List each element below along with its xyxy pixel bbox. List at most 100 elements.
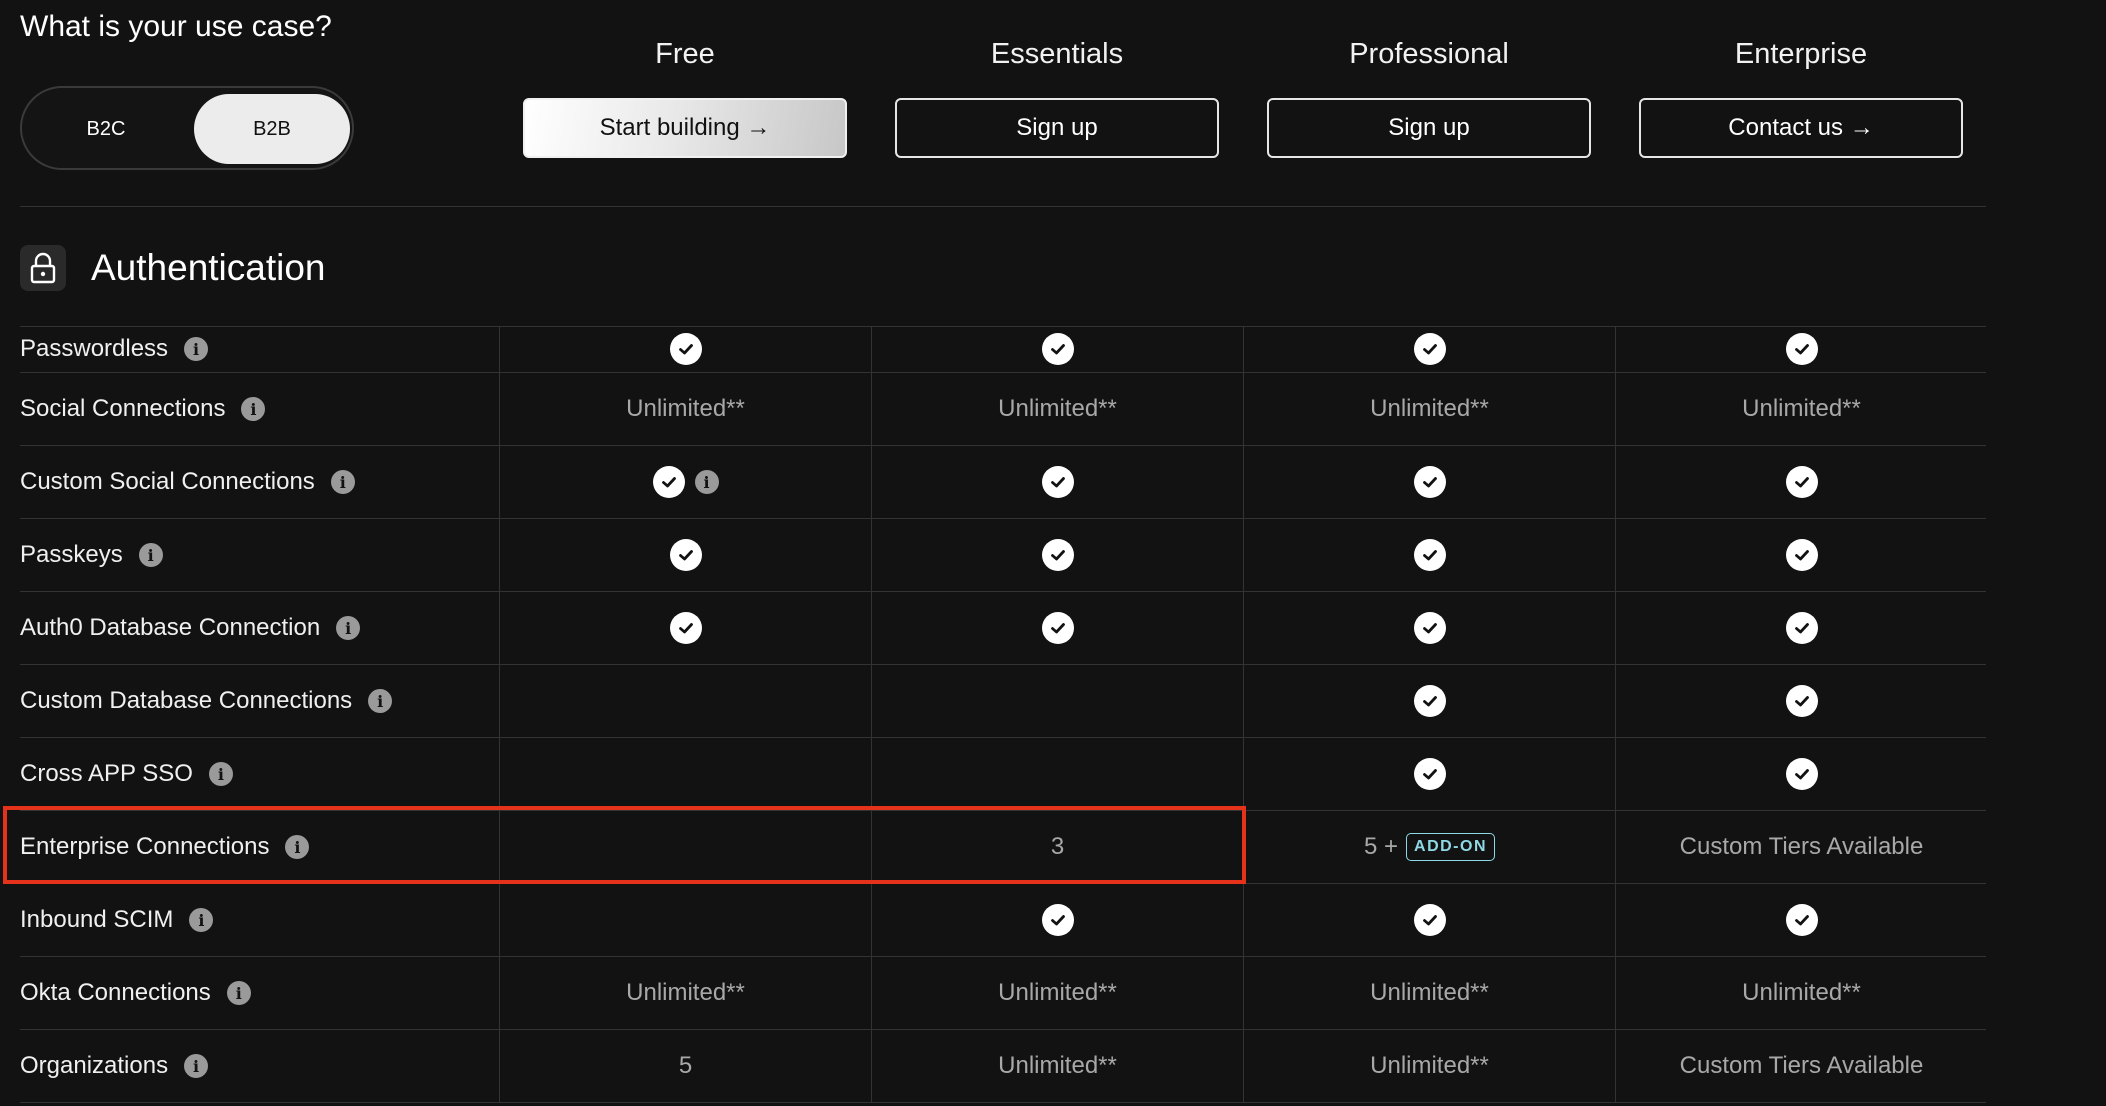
row-label-cell: Enterprise Connections i bbox=[20, 811, 498, 883]
start-building-button[interactable]: Start building → bbox=[523, 98, 847, 158]
check-icon bbox=[1785, 904, 1818, 936]
check-icon bbox=[669, 333, 702, 365]
plan-cell: Unlimited** bbox=[871, 373, 1243, 445]
info-icon[interactable]: i bbox=[189, 908, 214, 932]
check-icon bbox=[1785, 539, 1818, 571]
check-icon bbox=[1413, 612, 1446, 644]
use-case-question: What is your use case? bbox=[20, 10, 332, 43]
plan-cell: Unlimited** bbox=[1243, 373, 1615, 445]
plan-cell bbox=[1243, 519, 1615, 591]
table-row: Organizations i 5 Unlimited** Unlimited** Cus… bbox=[20, 1030, 1986, 1103]
info-icon[interactable]: i bbox=[184, 337, 209, 361]
plan-name: Essentials bbox=[990, 38, 1124, 70]
info-icon[interactable]: i bbox=[285, 835, 310, 859]
check-icon bbox=[1041, 466, 1074, 498]
plan-cell bbox=[1243, 446, 1615, 518]
info-icon[interactable]: i bbox=[184, 1054, 209, 1078]
toggle-option-b2b[interactable]: B2B bbox=[194, 94, 350, 164]
cell-value: Unlimited** bbox=[1370, 979, 1489, 1006]
sign-up-button[interactable]: Sign up bbox=[895, 98, 1219, 158]
info-icon[interactable]: i bbox=[138, 543, 163, 567]
plan-cell: Unlimited** bbox=[1243, 957, 1615, 1029]
sign-up-button[interactable]: Sign up bbox=[1267, 98, 1591, 158]
plan-cell bbox=[1615, 738, 1987, 810]
cell-value: Unlimited** bbox=[1742, 395, 1861, 422]
row-label: Organizations bbox=[20, 1052, 169, 1079]
contact-us-button[interactable]: Contact us → bbox=[1639, 98, 1963, 158]
row-label: Inbound SCIM bbox=[20, 906, 174, 933]
use-case-toggle[interactable]: B2C B2B bbox=[20, 86, 354, 170]
info-icon[interactable]: i bbox=[208, 762, 233, 786]
plan-cell: 5 + ADD-ON bbox=[1243, 811, 1615, 883]
row-label: Social Connections bbox=[20, 395, 226, 422]
plan-cell bbox=[499, 884, 871, 956]
plan-cell bbox=[1243, 884, 1615, 956]
plan-name: Professional bbox=[1349, 38, 1509, 70]
check-icon bbox=[1413, 333, 1446, 365]
plan-essentials: Essentials Sign up bbox=[895, 0, 1219, 158]
header-divider bbox=[20, 206, 1986, 207]
plan-cell: Custom Tiers Available bbox=[1615, 1030, 1987, 1102]
table-row: Social Connections i Unlimited** Unlimited*… bbox=[20, 373, 1986, 446]
plan-cell bbox=[499, 326, 871, 372]
info-icon[interactable]: i bbox=[226, 981, 251, 1005]
row-label: Auth0 Database Connection bbox=[20, 614, 321, 641]
plan-cell bbox=[871, 446, 1243, 518]
check-icon bbox=[1785, 333, 1818, 365]
plan-cell bbox=[499, 811, 871, 883]
cell-value: Unlimited** bbox=[998, 395, 1117, 422]
plan-cell bbox=[1615, 665, 1987, 737]
plan-cell bbox=[499, 519, 871, 591]
lock-icon bbox=[20, 245, 66, 291]
check-icon bbox=[1413, 466, 1446, 498]
cell-value: 5 + bbox=[1363, 833, 1399, 860]
check-icon bbox=[1413, 758, 1446, 790]
cell-value: Custom Tiers Available bbox=[1679, 1052, 1924, 1079]
plan-cell: Unlimited** bbox=[1615, 957, 1987, 1029]
row-label: Passwordless bbox=[20, 335, 169, 362]
feature-table: Passwordless i Social Connections i Unlimite… bbox=[20, 326, 1986, 1103]
plan-cell: 5 bbox=[499, 1030, 871, 1102]
plan-cell: Custom Tiers Available bbox=[1615, 811, 1987, 883]
table-row: Custom Social Connections i i bbox=[20, 446, 1986, 519]
cell-value: 3 bbox=[1050, 833, 1065, 860]
cell-value: Unlimited** bbox=[626, 979, 745, 1006]
row-label-cell: Social Connections i bbox=[20, 373, 498, 445]
info-icon[interactable]: i bbox=[336, 616, 361, 640]
table-row: Passwordless i bbox=[20, 326, 1986, 373]
plan-cell bbox=[871, 519, 1243, 591]
plan-cell bbox=[871, 326, 1243, 372]
check-icon bbox=[1785, 612, 1818, 644]
info-icon[interactable]: i bbox=[241, 397, 266, 421]
cell-value: Unlimited** bbox=[626, 395, 745, 422]
plan-cell: Unlimited** bbox=[499, 957, 871, 1029]
info-icon[interactable]: i bbox=[330, 470, 355, 494]
row-label-cell: Custom Social Connections i bbox=[20, 446, 498, 518]
plan-professional: Professional Sign up bbox=[1267, 0, 1591, 158]
check-icon bbox=[1041, 539, 1074, 571]
plan-cell bbox=[871, 884, 1243, 956]
check-icon bbox=[1041, 904, 1074, 936]
plan-cell bbox=[871, 738, 1243, 810]
plan-cell bbox=[1615, 884, 1987, 956]
check-icon bbox=[1785, 466, 1818, 498]
check-icon bbox=[1041, 333, 1074, 365]
check-icon bbox=[1785, 758, 1818, 790]
toggle-option-b2c[interactable]: B2C bbox=[28, 94, 184, 164]
info-icon[interactable]: i bbox=[694, 470, 719, 494]
row-label-cell: Organizations i bbox=[20, 1030, 498, 1102]
row-label: Custom Database Connections bbox=[20, 687, 353, 714]
plan-cell: Unlimited** bbox=[871, 957, 1243, 1029]
plan-cell bbox=[1615, 592, 1987, 664]
plan-cell bbox=[871, 665, 1243, 737]
plan-cell bbox=[1615, 519, 1987, 591]
table-row: Custom Database Connections i bbox=[20, 665, 1986, 738]
plan-cell bbox=[1243, 665, 1615, 737]
info-icon[interactable]: i bbox=[368, 689, 393, 713]
check-icon bbox=[1785, 685, 1818, 717]
cell-value: Unlimited** bbox=[1370, 395, 1489, 422]
add-on-badge: ADD-ON bbox=[1406, 833, 1496, 861]
cell-value: Unlimited** bbox=[998, 1052, 1117, 1079]
row-label-cell: Custom Database Connections i bbox=[20, 665, 498, 737]
plan-cell bbox=[499, 665, 871, 737]
